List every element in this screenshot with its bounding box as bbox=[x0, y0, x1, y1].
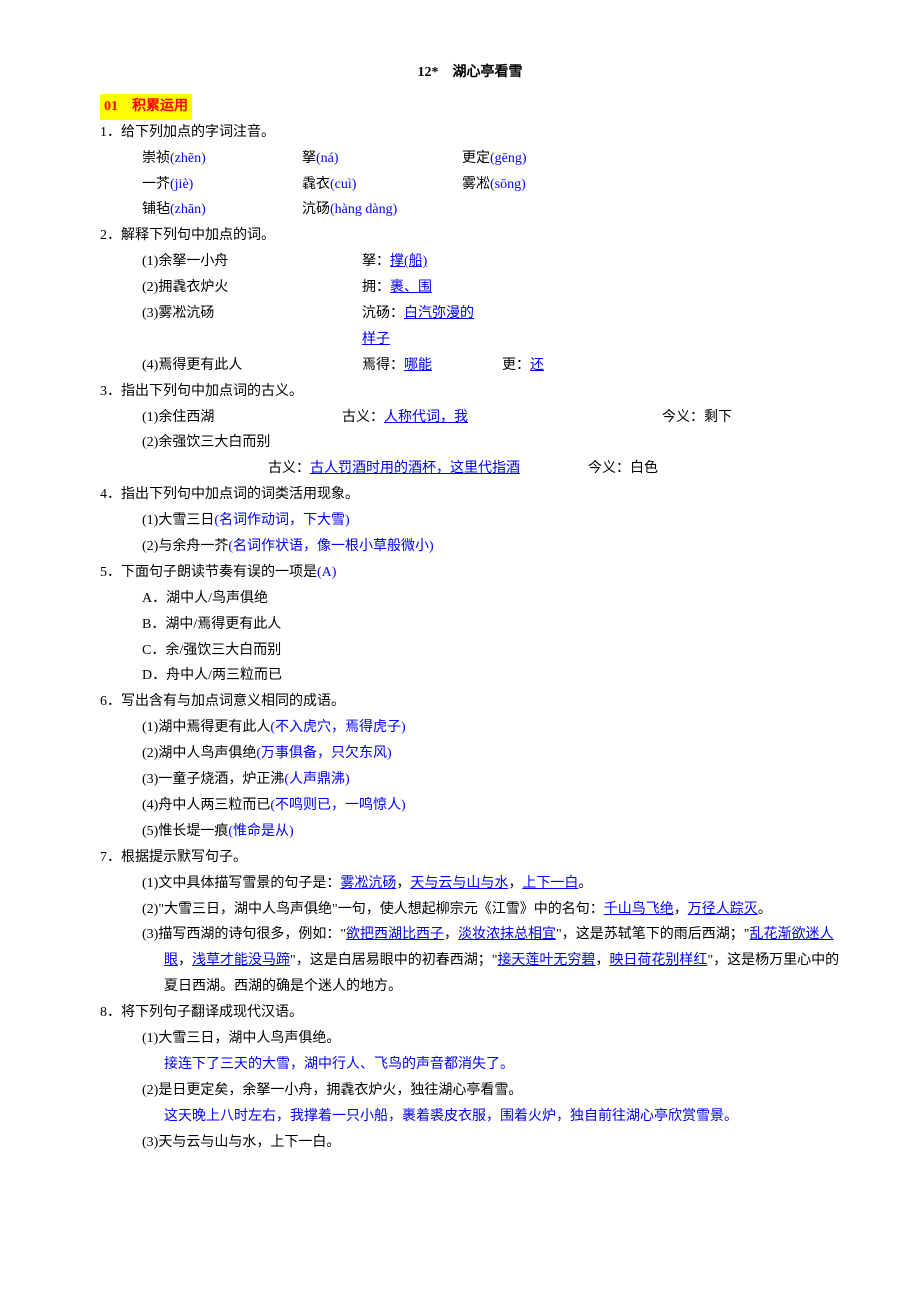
q5-opt-c: C．余/强饮三大白而别 bbox=[142, 638, 840, 664]
q5-opt-b: B．湖中/焉得更有此人 bbox=[142, 612, 840, 638]
q8-stem: 8．将下列句子翻译成现代汉语。 bbox=[100, 1000, 840, 1026]
q3-row-2: (2)余强饮三大白而别 bbox=[142, 430, 840, 456]
document-title: 12* 湖心亭看雪 bbox=[100, 60, 840, 86]
q2-item-3: (3)雾凇沆砀 沆砀：白汽弥漫的样子 bbox=[142, 301, 840, 353]
q4-item-2: (2)与余舟一芥(名词作状语，像一根小草般微小) bbox=[142, 534, 840, 560]
q7-item-3: (3)描写西湖的诗句很多，例如："欲把西湖比西子，淡妆浓抹总相宜"，这是苏轼笔下… bbox=[164, 922, 840, 1000]
q2-label: 沆砀：白汽弥漫的样子 bbox=[362, 301, 482, 353]
q5-opt-d: D．舟中人/两三粒而已 bbox=[142, 663, 840, 689]
q7-stem: 7．根据提示默写句子。 bbox=[100, 845, 840, 871]
q2-text: (1)余拏一小舟 bbox=[142, 249, 362, 275]
q7-item-2: (2)"大雪三日，湖中人鸟声俱绝"一句，使人想起柳宗元《江雪》中的名句：千山鸟飞… bbox=[164, 897, 840, 923]
q3-row-1: (1)余住西湖 古义：人称代词，我 今义：剩下 bbox=[142, 405, 840, 431]
q8-item-2-a: 这天晚上八时左右，我撑着一只小船，裹着裘皮衣服，围着火炉，独自前往湖心亭欣赏雪景… bbox=[164, 1104, 840, 1130]
q1-cell: 拏(ná) bbox=[302, 146, 462, 172]
q6-item-5: (5)惟长堤一痕(惟命是从) bbox=[142, 819, 840, 845]
q2-label: 更：还 bbox=[502, 353, 642, 379]
q4-stem: 4．指出下列句中加点词的词类活用现象。 bbox=[100, 482, 840, 508]
q7-item-1: (1)文中具体描写雪景的句子是：雾凇沆砀，天与云与山与水，上下一白。 bbox=[164, 871, 840, 897]
q3-gu: 古义：古人罚酒时用的酒杯，这里代指酒 bbox=[268, 456, 588, 482]
q2-item-1: (1)余拏一小舟 拏：撑(船) bbox=[142, 249, 840, 275]
q8-item-3-q: (3)天与云与山与水，上下一白。 bbox=[142, 1130, 840, 1156]
section-header-label: 01 积累运用 bbox=[100, 94, 192, 120]
q3-jin: 今义：剩下 bbox=[662, 405, 840, 431]
q3-jin: 今义：白色 bbox=[588, 456, 840, 482]
q1-cell: 铺毡(zhān) bbox=[142, 197, 302, 223]
q1-row-1: 崇祯(zhēn) 拏(ná) 更定(gēng) bbox=[142, 146, 840, 172]
q1-row-2: 一芥(jiè) 毳衣(cuì) 雾凇(sōng) bbox=[142, 172, 840, 198]
q8-item-1-q: (1)大雪三日，湖中人鸟声俱绝。 bbox=[142, 1026, 840, 1052]
q2-item-4: (4)焉得更有此人 焉得：哪能 更：还 bbox=[142, 353, 840, 379]
q1-cell: 毳衣(cuì) bbox=[302, 172, 462, 198]
q3-text: (1)余住西湖 bbox=[142, 405, 342, 431]
q1-stem: 1．给下列加点的字词注音。 bbox=[100, 120, 840, 146]
q2-label: 拏：撑(船) bbox=[362, 249, 482, 275]
q1-cell: 崇祯(zhēn) bbox=[142, 146, 302, 172]
q6-item-3: (3)一童子烧酒，炉正沸(人声鼎沸) bbox=[142, 767, 840, 793]
q8-item-1-a: 接连下了三天的大雪，湖中行人、飞鸟的声音都消失了。 bbox=[164, 1052, 840, 1078]
q6-item-2: (2)湖中人鸟声俱绝(万事俱备，只欠东风) bbox=[142, 741, 840, 767]
q2-item-2: (2)拥毳衣炉火 拥：裹、围 bbox=[142, 275, 840, 301]
q2-label: 拥：裹、围 bbox=[362, 275, 482, 301]
q1-cell: 雾凇(sōng) bbox=[462, 172, 662, 198]
q5-stem: 5．下面句子朗读节奏有误的一项是(A) bbox=[100, 560, 840, 586]
q3-gu: 古义：人称代词，我 bbox=[342, 405, 662, 431]
q2-label: 焉得：哪能 bbox=[362, 353, 502, 379]
q1-cell: 更定(gēng) bbox=[462, 146, 662, 172]
q1-cell bbox=[462, 197, 662, 223]
section-header-01: 01 积累运用 bbox=[100, 94, 840, 120]
q2-text: (2)拥毳衣炉火 bbox=[142, 275, 362, 301]
q4-item-1: (1)大雪三日(名词作动词，下大雪) bbox=[142, 508, 840, 534]
q1-cell: 一芥(jiè) bbox=[142, 172, 302, 198]
q3-row-2b: 古义：古人罚酒时用的酒杯，这里代指酒 今义：白色 bbox=[268, 456, 840, 482]
q3-stem: 3．指出下列句中加点词的古义。 bbox=[100, 379, 840, 405]
q1-row-3: 铺毡(zhān) 沆砀(hàng dàng) bbox=[142, 197, 840, 223]
q2-stem: 2．解释下列句中加点的词。 bbox=[100, 223, 840, 249]
q6-item-1: (1)湖中焉得更有此人(不入虎穴，焉得虎子) bbox=[142, 715, 840, 741]
q2-text: (4)焉得更有此人 bbox=[142, 353, 362, 379]
q6-stem: 6．写出含有与加点词意义相同的成语。 bbox=[100, 689, 840, 715]
q1-cell: 沆砀(hàng dàng) bbox=[302, 197, 462, 223]
q6-item-4: (4)舟中人两三粒而已(不鸣则已，一鸣惊人) bbox=[142, 793, 840, 819]
q2-text: (3)雾凇沆砀 bbox=[142, 301, 362, 353]
q5-opt-a: A．湖中人/鸟声俱绝 bbox=[142, 586, 840, 612]
q8-item-2-q: (2)是日更定矣，余拏一小舟，拥毳衣炉火，独往湖心亭看雪。 bbox=[142, 1078, 840, 1104]
